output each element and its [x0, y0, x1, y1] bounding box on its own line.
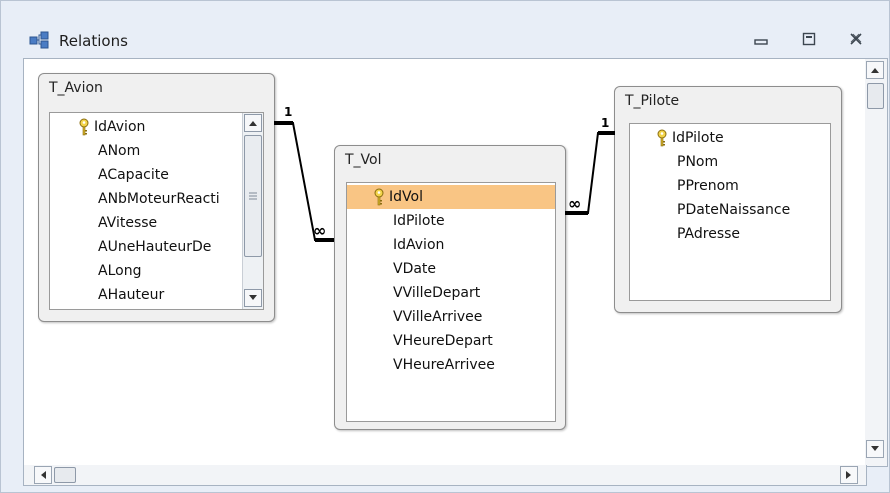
close-button[interactable] [841, 27, 871, 51]
field-name: IdPilote [672, 130, 724, 146]
primary-key-icon [657, 129, 667, 147]
field-name: VVilleDepart [393, 285, 481, 301]
field-name: PNom [677, 154, 719, 170]
table-title: T_Pilote [625, 93, 680, 109]
primary-key-icon [79, 118, 89, 136]
arrow-up-icon [871, 68, 879, 73]
field-name: VVilleArrivee [393, 309, 483, 325]
field-name: IdAvion [94, 119, 146, 135]
one-cardinality-label: 1 [284, 105, 293, 119]
many-cardinality-label: ∞ [313, 221, 327, 240]
field-name: AUneHauteurDe [98, 239, 212, 255]
field-name: ANom [98, 143, 141, 159]
arrow-down-icon [871, 446, 879, 451]
arrow-right-icon [846, 471, 851, 479]
field-list-scrollbar[interactable] [242, 113, 263, 309]
field-name: ANbMoteurReacti [98, 191, 220, 207]
field-name: AHauteur [98, 287, 165, 303]
field-row-key[interactable]: IdAvion [50, 115, 240, 139]
field-name: VDate [393, 261, 437, 277]
field-name: VHeureDepart [393, 333, 493, 349]
field-name: IdVol [389, 189, 423, 205]
horizontal-scrollbar[interactable] [23, 465, 867, 486]
title-bar: Relations [1, 1, 889, 50]
field-name: IdPilote [393, 213, 445, 229]
field-name: ALong [98, 263, 142, 279]
scroll-down-button[interactable] [866, 440, 884, 458]
scroll-right-button[interactable] [840, 466, 858, 484]
one-cardinality-label: 1 [601, 116, 610, 130]
table-title: T_Vol [345, 152, 382, 168]
vertical-scrollbar[interactable] [865, 58, 888, 467]
grip-icon [249, 192, 257, 200]
table-t-vol[interactable]: T_Vol IdVol IdPilote IdAvion VDate VVill… [334, 145, 566, 430]
field-name: IdAvion [393, 237, 445, 253]
scroll-left-button[interactable] [34, 466, 52, 484]
close-icon [850, 33, 862, 45]
horizontal-scroll-thumb[interactable] [54, 467, 76, 483]
field-name: PAdresse [677, 226, 741, 242]
many-cardinality-label: ∞ [568, 194, 582, 213]
table-t-pilote[interactable]: T_Pilote IdPilote PNom PPrenom PDateNais… [614, 86, 842, 313]
table-t-avion[interactable]: T_Avion IdAvion ANom ACapacite ANbMoteur… [38, 73, 275, 322]
field-list[interactable]: IdPilote PNom PPrenom PDateNaissance PAd… [629, 123, 831, 301]
scroll-up-button[interactable] [866, 61, 884, 79]
field-name: AVitesse [98, 215, 158, 231]
field-name: PDateNaissance [677, 202, 791, 218]
vertical-scroll-thumb[interactable] [867, 83, 884, 109]
scroll-up-button[interactable] [244, 114, 262, 132]
field-list[interactable]: IdAvion ANom ACapacite ANbMoteurReacti A… [49, 112, 264, 310]
minimize-button[interactable] [746, 27, 776, 51]
field-row-key[interactable]: IdPilote [630, 126, 820, 150]
minimize-icon [754, 39, 768, 45]
maximize-button[interactable] [794, 27, 824, 51]
arrow-down-icon [249, 295, 257, 300]
maximize-icon [802, 32, 816, 46]
relationships-icon [29, 31, 49, 49]
field-name: PPrenom [677, 178, 739, 194]
window-title: Relations [59, 32, 128, 50]
table-title: T_Avion [49, 80, 103, 96]
primary-key-icon [374, 188, 384, 206]
arrow-up-icon [249, 121, 257, 126]
field-name: VHeureArrivee [393, 357, 495, 373]
field-row-key-selected[interactable]: IdVol [347, 185, 555, 209]
field-list[interactable]: IdVol IdPilote IdAvion VDate VVilleDepar… [346, 182, 556, 422]
scroll-down-button[interactable] [244, 289, 262, 307]
scroll-thumb[interactable] [244, 135, 262, 257]
field-name: ACapacite [98, 167, 169, 183]
arrow-left-icon [41, 471, 46, 479]
